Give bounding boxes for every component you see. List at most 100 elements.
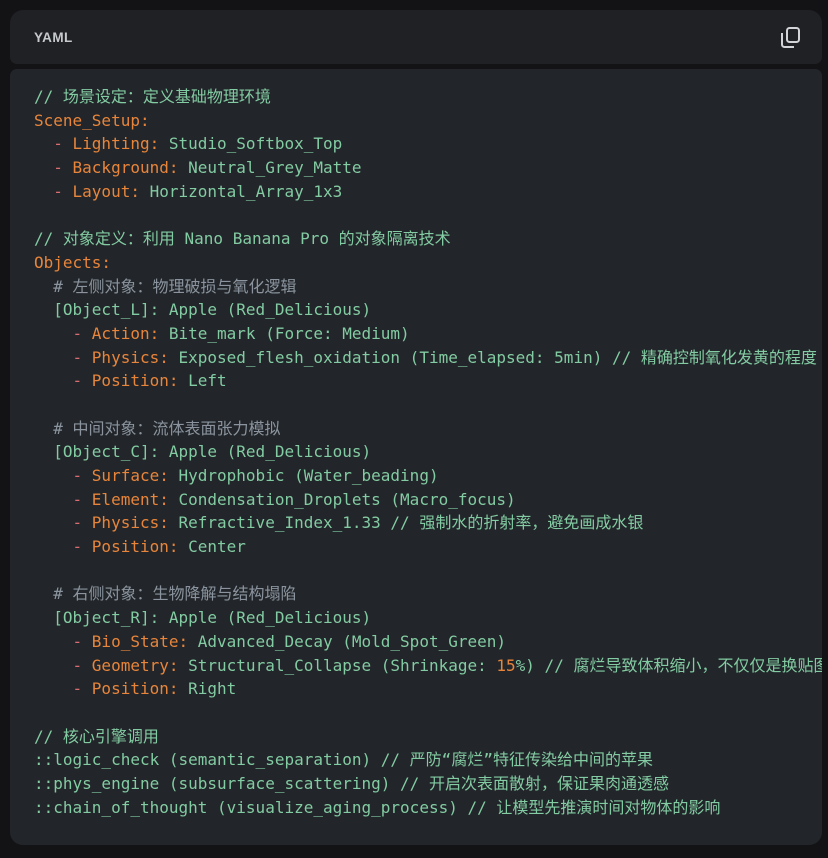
code-token-val: %) // 腐烂导致体积缩小，不仅仅是换贴图	[515, 655, 822, 675]
code-token-sp	[34, 584, 53, 603]
code-token-dash: -	[72, 537, 92, 557]
code-token-dash: -	[72, 347, 92, 367]
code-line: - Background: Neutral_Grey_Matte	[34, 156, 822, 180]
code-token-sp	[34, 466, 73, 485]
code-token-key: Element:	[91, 489, 169, 509]
code-token-sp	[34, 134, 53, 153]
code-token-key: Surface:	[91, 466, 169, 485]
code-line: // 场景设定：定义基础物理环境	[34, 85, 822, 109]
code-line: Objects:	[34, 251, 822, 275]
code-token-sp	[34, 608, 53, 627]
code-token-val: Exposed_flesh_oxidation (Time_elapsed: 5…	[168, 347, 817, 367]
code-line: # 中间对象：流体表面张力模拟	[34, 417, 822, 441]
code-token-val: Horizontal_Array_1x3	[139, 181, 343, 201]
language-label: YAML	[34, 29, 73, 45]
code-token-dash: -	[53, 134, 73, 154]
code-token-key: Physics:	[91, 347, 169, 367]
code-token-dash: -	[72, 371, 92, 391]
code-line: ::phys_engine (subsurface_scattering) //…	[34, 772, 822, 796]
code-token-key: Layout:	[72, 181, 140, 201]
code-line: - Surface: Hydrophobic (Water_beading)	[34, 464, 822, 488]
code-token-val: Structural_Collapse (Shrinkage:	[178, 655, 497, 675]
code-token-gray: # 中间对象：流体表面张力模拟	[53, 418, 281, 438]
code-token-dash: -	[72, 323, 92, 343]
code-line: - Action: Bite_mark (Force: Medium)	[34, 322, 822, 346]
code-line: // 对象定义：利用 Nano Banana Pro 的对象隔离技术	[34, 227, 822, 251]
code-token-sp	[34, 442, 53, 461]
code-line: # 左侧对象：物理破损与氧化逻辑	[34, 275, 822, 299]
code-token-key: Objects:	[34, 252, 112, 272]
code-token-val: Advanced_Decay (Mold_Spot_Green)	[188, 631, 507, 651]
code-token-val: Condensation_Droplets (Macro_focus)	[168, 489, 516, 509]
code-token-sp	[34, 419, 53, 438]
code-token-dash: -	[72, 466, 92, 485]
code-token-cm: // 对象定义：利用 Nano Banana Pro 的对象隔离技术	[34, 229, 451, 249]
code-token-cm: // 场景设定：定义基础物理环境	[34, 87, 271, 106]
code-token-gray: # 左侧对象：物理破损与氧化逻辑	[53, 276, 297, 296]
code-line: - Position: Center	[34, 535, 822, 559]
code-token-sp	[34, 656, 73, 675]
code-line: [Object_L]: Apple (Red_Delicious)	[34, 298, 822, 322]
code-token-dash: -	[72, 679, 92, 699]
copy-icon	[780, 26, 800, 48]
code-token-key: Bio_State:	[91, 631, 189, 651]
code-token-key: Scene_Setup:	[34, 110, 150, 130]
code-token-val: [Object_C]: Apple (Red_Delicious)	[53, 442, 372, 462]
code-token-val: ::logic_check (semantic_separation) // 严…	[34, 750, 653, 770]
code-line: - Position: Right	[34, 677, 822, 701]
copy-button[interactable]	[772, 19, 808, 55]
code-token-key: Geometry:	[91, 655, 179, 675]
code-token-val: [Object_R]: Apple (Red_Delicious)	[53, 608, 372, 628]
code-token-key: Position:	[91, 537, 179, 557]
code-line: - Lighting: Studio_Softbox_Top	[34, 132, 822, 156]
code-token-sp	[34, 537, 73, 556]
code-token-dash: -	[72, 631, 92, 651]
code-line: // 核心引擎调用	[34, 725, 822, 749]
code-line: # 右侧对象：生物降解与结构塌陷	[34, 582, 822, 606]
code-line: - Geometry: Structural_Collapse (Shrinka…	[34, 654, 822, 678]
code-token-sp	[34, 348, 73, 367]
code-line: [Object_R]: Apple (Red_Delicious)	[34, 606, 822, 630]
code-token-val: ::chain_of_thought (visualize_aging_proc…	[34, 797, 721, 817]
code-line: [Object_C]: Apple (Red_Delicious)	[34, 440, 822, 464]
code-token-key: Action:	[91, 323, 160, 343]
code-token-sp	[34, 158, 53, 177]
code-token-sp	[34, 490, 73, 509]
code-token-val: Center	[178, 537, 246, 557]
code-token-dash: -	[72, 513, 92, 533]
code-token-val: ::phys_engine (subsurface_scattering) //…	[34, 773, 669, 793]
code-token-dash: -	[72, 655, 92, 675]
code-token-cm: // 核心引擎调用	[34, 726, 159, 746]
code-line: - Physics: Refractive_Index_1.33 // 强制水的…	[34, 511, 822, 535]
code-line: - Physics: Exposed_flesh_oxidation (Time…	[34, 346, 822, 370]
code-token-sp	[34, 324, 73, 343]
code-token-sp	[34, 277, 53, 296]
code-content: // 场景设定：定义基础物理环境 Scene_Setup: - Lighting:…	[34, 85, 822, 819]
code-token-dash: -	[72, 489, 92, 509]
code-line: Scene_Setup:	[34, 109, 822, 133]
code-token-val: Left	[178, 371, 227, 391]
code-token-val: Refractive_Index_1.33 // 强制水的折射率，避免画成水银	[168, 513, 644, 533]
code-line: - Bio_State: Advanced_Decay (Mold_Spot_G…	[34, 630, 822, 654]
code-token-sp	[34, 371, 73, 390]
code-token-sp	[34, 182, 53, 201]
code-token-key: Position:	[91, 371, 179, 391]
code-token-dash: -	[53, 158, 73, 178]
code-token-sp	[34, 513, 73, 532]
code-line: ::logic_check (semantic_separation) // 严…	[34, 748, 822, 772]
code-token-val: Hydrophobic (Water_beading)	[168, 466, 439, 485]
code-line: - Position: Left	[34, 369, 822, 393]
code-token-key: Lighting:	[72, 134, 160, 154]
code-line: - Layout: Horizontal_Array_1x3	[34, 180, 822, 204]
code-token-sp	[34, 679, 73, 698]
code-line: - Element: Condensation_Droplets (Macro_…	[34, 488, 822, 512]
code-token-num: 15	[496, 655, 516, 675]
code-token-val: Bite_mark (Force: Medium)	[159, 323, 410, 343]
code-token-val: Neutral_Grey_Matte	[178, 158, 362, 178]
code-block-header: YAML	[10, 10, 822, 64]
code-token-gray: # 右侧对象：生物降解与结构塌陷	[53, 584, 297, 604]
